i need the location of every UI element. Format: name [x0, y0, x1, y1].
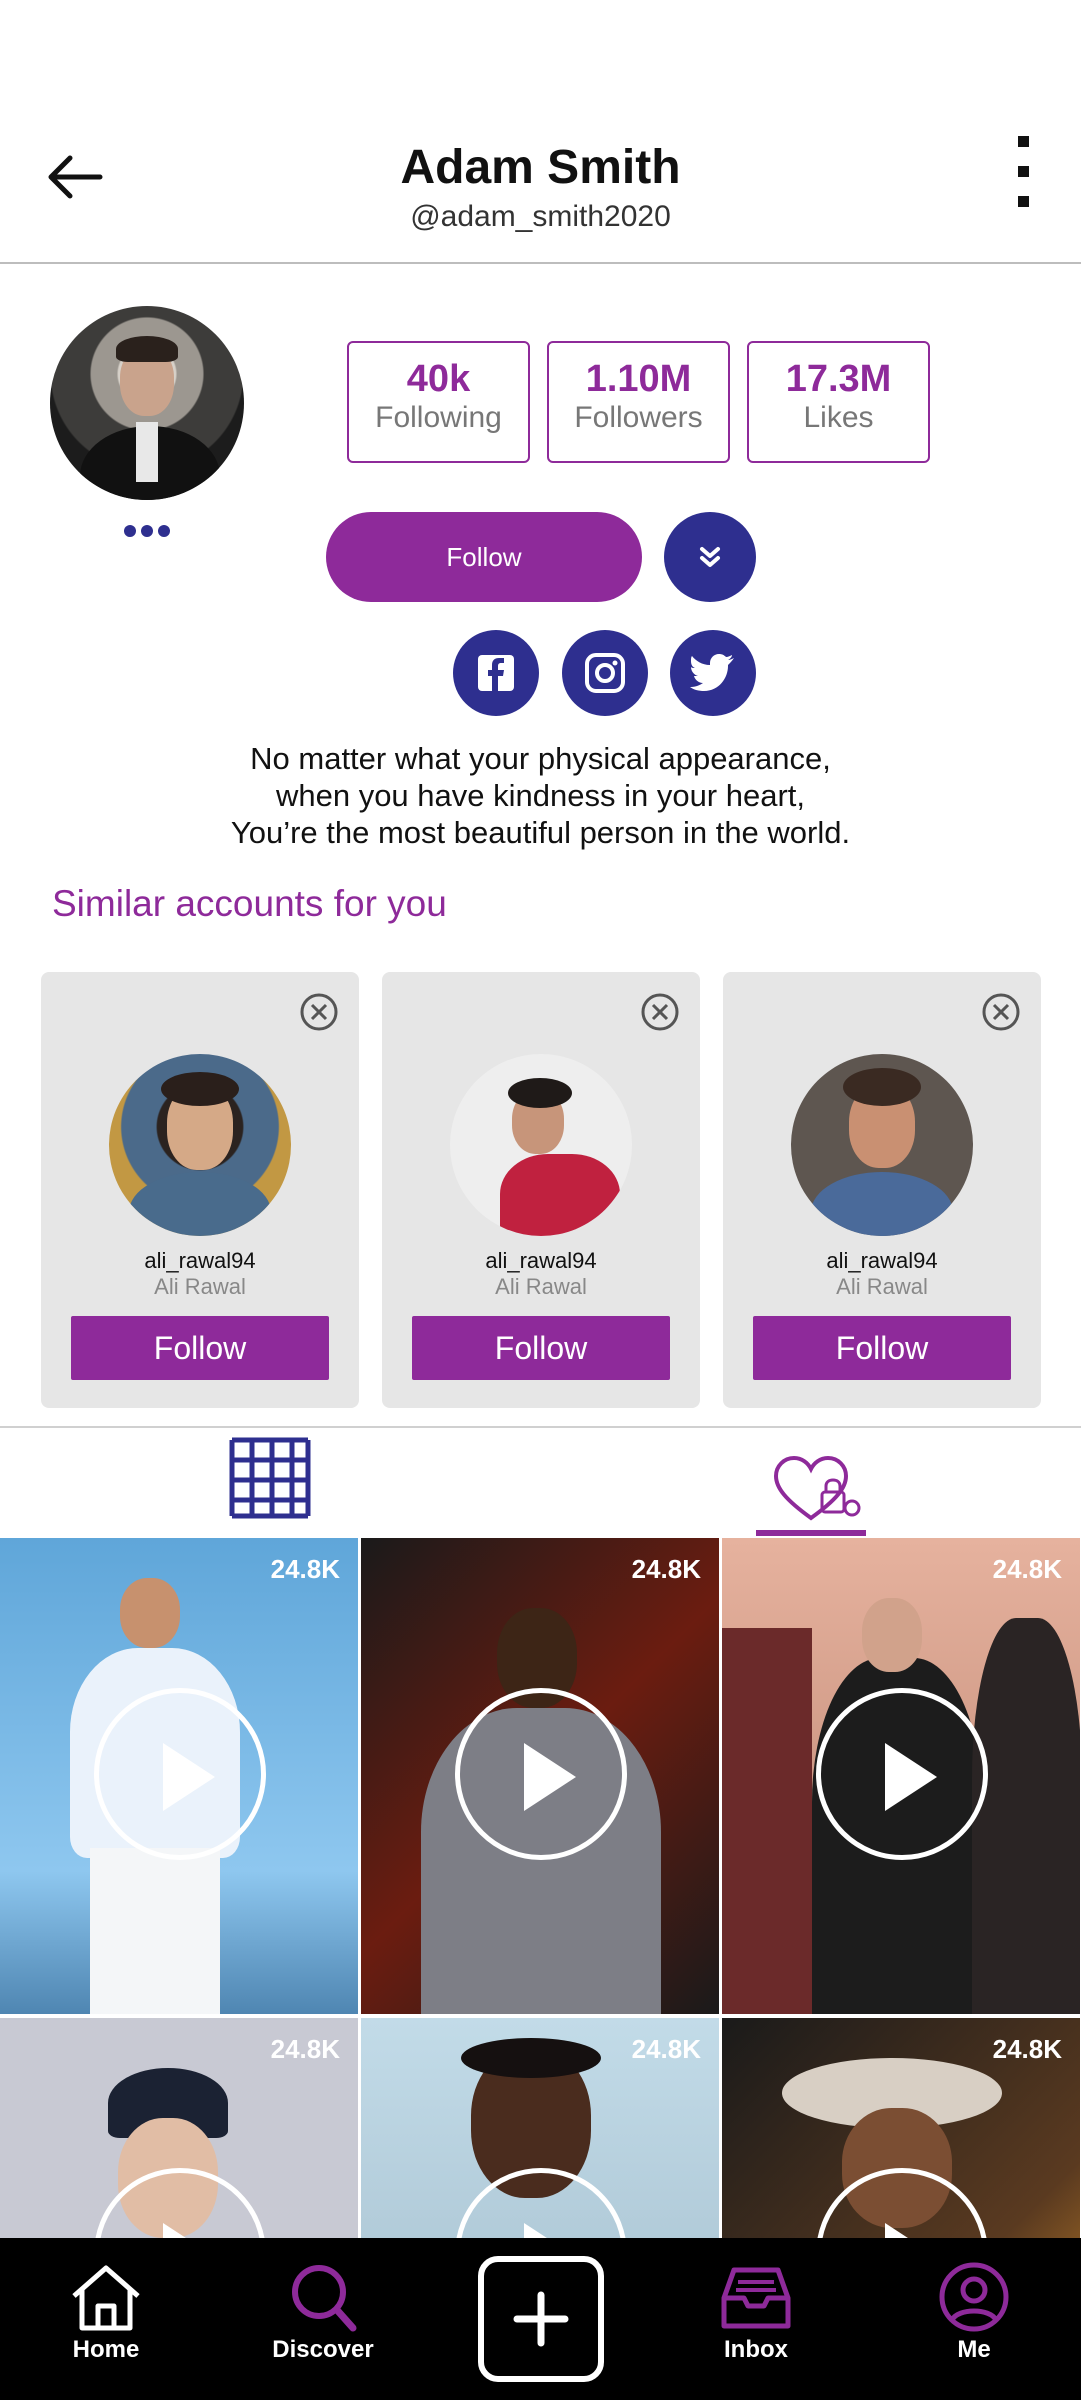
view-count: 24.8K [270, 1554, 340, 1584]
profile-screen: Adam Smith @adam_smith2020 40k Following… [0, 0, 1081, 2400]
top-bar: Adam Smith @adam_smith2020 [0, 120, 1081, 260]
suggested-username: ali_rawal94 [485, 1248, 597, 1273]
stat-value: 1.10M [585, 358, 692, 400]
suggested-real-name: Ali Rawal [836, 1274, 928, 1299]
view-count: 24.8K [992, 1554, 1062, 1584]
bottom-nav: Home Discover Inbox Me [0, 2238, 1081, 2400]
header-divider [0, 262, 1081, 264]
instagram-icon [585, 653, 625, 693]
stat-value: 17.3M [785, 358, 892, 400]
search-icon [292, 2265, 357, 2332]
instagram-button[interactable] [562, 630, 648, 716]
suggested-username: ali_rawal94 [826, 1248, 938, 1273]
stat-likes[interactable]: 17.3M Likes [747, 341, 930, 463]
suggested-follow-button[interactable]: Follow [753, 1316, 1011, 1380]
bio-line: No matter what your physical appearance, [250, 741, 831, 776]
play-icon [94, 1688, 266, 1860]
suggested-username: ali_rawal94 [144, 1248, 256, 1273]
view-count: 24.8K [631, 2034, 701, 2064]
twitter-icon [690, 654, 734, 691]
play-icon [816, 1688, 988, 1860]
more-options-icon[interactable] [1009, 134, 1039, 210]
twitter-button[interactable] [670, 630, 756, 716]
view-count: 24.8K [631, 1554, 701, 1584]
close-icon[interactable] [640, 992, 680, 1032]
close-icon[interactable] [299, 992, 339, 1032]
home-icon [72, 2265, 140, 2331]
double-chevron-down-icon [700, 547, 720, 567]
suggested-avatar[interactable] [109, 1054, 291, 1236]
view-count: 24.8K [992, 2034, 1062, 2064]
stat-label: Likes [803, 401, 874, 434]
nav-me[interactable]: Me [904, 2262, 1044, 2382]
profile-name: Adam Smith [400, 141, 681, 194]
stat-label: Followers [574, 401, 703, 434]
bio-line: You’re the most beautiful person in the … [230, 815, 851, 850]
nav-label: Discover [272, 2336, 374, 2363]
facebook-icon [478, 655, 514, 691]
tabs-divider [0, 1426, 1081, 1428]
nav-label: Me [957, 2336, 991, 2363]
suggested-avatar[interactable] [450, 1054, 632, 1236]
avatar-more-icon[interactable] [124, 525, 170, 541]
nav-inbox[interactable]: Inbox [686, 2262, 826, 2382]
suggested-follow-button[interactable]: Follow [412, 1316, 670, 1380]
avatar[interactable] [50, 306, 244, 500]
video-thumbnail[interactable]: 24.8K [722, 1538, 1080, 2014]
video-thumbnail[interactable]: 24.8K [361, 1538, 719, 2014]
suggested-real-name: Ali Rawal [495, 1274, 587, 1299]
profile-handle: @adam_smith2020 [410, 200, 671, 233]
suggested-real-name: Ali Rawal [154, 1274, 246, 1299]
stat-followers[interactable]: 1.10M Followers [547, 341, 730, 463]
similar-accounts-heading: Similar accounts for you [52, 883, 447, 924]
suggested-follow-button[interactable]: Follow [71, 1316, 329, 1380]
grid-icon[interactable] [228, 1436, 312, 1520]
follow-button[interactable]: Follow [326, 512, 642, 602]
suggested-account-card: ali_rawal94 Ali Rawal Follow [723, 972, 1041, 1408]
play-icon [455, 1688, 627, 1860]
profile-icon [939, 2262, 1009, 2332]
bio-text: No matter what your physical appearance,… [0, 740, 1081, 851]
stat-label: Following [375, 401, 502, 434]
nav-discover[interactable]: Discover [253, 2262, 393, 2382]
suggested-avatar[interactable] [791, 1054, 973, 1236]
inbox-icon [721, 2267, 791, 2329]
video-thumbnail[interactable]: 24.8K [0, 1538, 358, 2014]
create-post-button[interactable] [478, 2256, 604, 2382]
stat-following[interactable]: 40k Following [347, 341, 530, 463]
plus-icon [513, 2291, 569, 2347]
active-tab-indicator [756, 1530, 866, 1536]
nav-label: Home [72, 2336, 140, 2363]
nav-label: Inbox [724, 2336, 788, 2363]
nav-home[interactable]: Home [36, 2262, 176, 2382]
suggested-account-card: ali_rawal94 Ali Rawal Follow [41, 972, 359, 1408]
stat-value: 40k [406, 358, 471, 400]
profile-stats: 40k Following 1.10M Followers 17.3M Like… [347, 341, 930, 463]
close-icon[interactable] [981, 992, 1021, 1032]
bio-line: when you have kindness in your heart, [275, 778, 806, 813]
facebook-button[interactable] [453, 630, 539, 716]
private-likes-icon[interactable] [756, 1448, 866, 1528]
suggested-account-card: ali_rawal94 Ali Rawal Follow [382, 972, 700, 1408]
expand-suggestions-button[interactable] [664, 512, 756, 602]
view-count: 24.8K [270, 2034, 340, 2064]
